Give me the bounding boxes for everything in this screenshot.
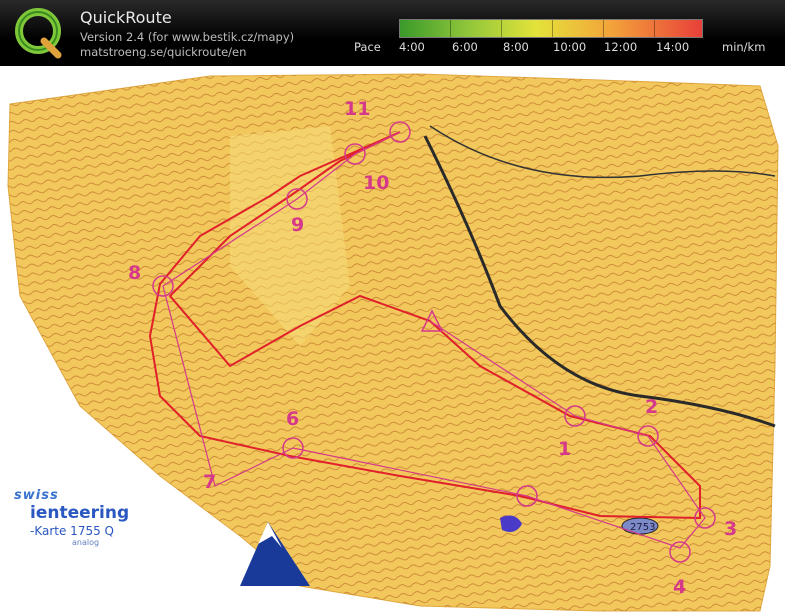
pace-scale-divider bbox=[654, 20, 655, 37]
app-url: matstroeng.se/quickroute/en bbox=[80, 45, 247, 59]
quickroute-logo-icon bbox=[15, 8, 62, 59]
pace-tick: 12:00 bbox=[604, 40, 638, 54]
legend-small-text: analog bbox=[72, 538, 100, 547]
pace-tick: 8:00 bbox=[503, 40, 529, 54]
control-number: 10 bbox=[363, 172, 390, 194]
control-number: 11 bbox=[344, 98, 371, 120]
legend-brand-top: swiss bbox=[14, 488, 59, 503]
pace-color-scale bbox=[399, 19, 703, 38]
control-number: 1 bbox=[558, 438, 572, 460]
pace-scale-divider bbox=[552, 20, 553, 37]
pace-tick: 6:00 bbox=[452, 40, 478, 54]
pace-scale-divider bbox=[603, 20, 604, 37]
map-contours bbox=[8, 74, 778, 611]
pace-unit: min/km bbox=[722, 40, 766, 54]
pace-scale-divider bbox=[501, 20, 502, 37]
quickroute-window: QuickRoute Version 2.4 (for www.bestik.c… bbox=[0, 0, 785, 615]
pace-tick: 14:00 bbox=[656, 40, 690, 54]
control-number: 2 bbox=[645, 396, 659, 418]
orienteering-map[interactable]: swiss ienteering -Karte 1755 Q analog 27… bbox=[0, 66, 785, 615]
app-version: Version 2.4 (for www.bestik.cz/mapy) bbox=[80, 30, 295, 44]
control-number: 6 bbox=[286, 408, 300, 430]
control-number: 7 bbox=[203, 471, 217, 493]
control-number: 8 bbox=[128, 262, 142, 284]
legend-map-name: -Karte 1755 Q bbox=[30, 524, 114, 538]
pace-tick: 10:00 bbox=[553, 40, 587, 54]
pace-label: Pace bbox=[354, 40, 381, 54]
control-number: 3 bbox=[724, 518, 738, 540]
pace-tick: 4:00 bbox=[399, 40, 425, 54]
control-number: 4 bbox=[673, 576, 687, 598]
header-bar: QuickRoute Version 2.4 (for www.bestik.c… bbox=[0, 0, 785, 66]
lake-label: 2753 bbox=[630, 522, 656, 533]
pace-scale-divider bbox=[450, 20, 451, 37]
control-number: 9 bbox=[291, 214, 305, 236]
legend-brand-main: ienteering bbox=[30, 503, 130, 523]
map-canvas[interactable] bbox=[0, 66, 785, 615]
app-title: QuickRoute bbox=[80, 8, 172, 27]
